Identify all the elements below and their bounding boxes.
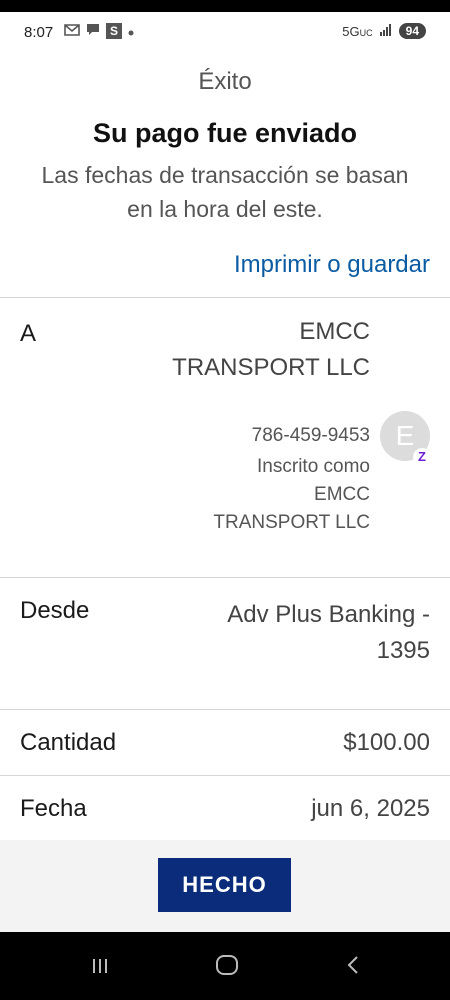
- from-label: Desde: [20, 597, 90, 624]
- divider: [0, 297, 450, 298]
- gmail-icon: [64, 23, 80, 39]
- recipient-name: EMCC TRANSPORT LLC: [172, 318, 370, 381]
- divider: [0, 775, 450, 776]
- chat-icon: [86, 23, 100, 39]
- divider: [0, 577, 450, 578]
- back-icon: [346, 951, 360, 981]
- page-title: Éxito: [198, 68, 252, 95]
- notification-icons: S: [64, 23, 134, 39]
- home-icon: [216, 955, 238, 975]
- s-app-icon: S: [106, 23, 122, 39]
- signal-icon: [379, 23, 393, 39]
- amount-value: $100.00: [343, 729, 430, 756]
- top-black-strip: [0, 0, 450, 12]
- done-button[interactable]: HECHO: [158, 858, 291, 912]
- success-title: Su pago fue enviado: [92, 118, 358, 148]
- battery-icon: 94: [398, 23, 426, 39]
- status-right: 5GUC 94: [342, 23, 426, 39]
- divider: [0, 709, 450, 710]
- to-label: A: [20, 320, 37, 347]
- success-subtitle: Las fechas de transacción se basan en la…: [41, 162, 409, 222]
- print-or-save-link[interactable]: Imprimir o guardar: [234, 251, 430, 279]
- network-indicator: 5GUC: [342, 24, 372, 39]
- recents-icon: [91, 951, 109, 981]
- back-button[interactable]: [328, 946, 378, 986]
- status-time: 8:07: [24, 24, 54, 41]
- status-bar: 8:07 S 5GUC 94: [0, 12, 450, 54]
- amount-label: Cantidad: [20, 729, 117, 756]
- confirmation-content: Su pago fue enviado Las fechas de transa…: [0, 114, 450, 840]
- dot-icon: [128, 23, 134, 39]
- home-button[interactable]: [202, 946, 252, 986]
- zelle-icon: Z: [413, 448, 431, 466]
- date-label: Fecha: [20, 795, 87, 822]
- system-nav-bar: [0, 932, 450, 1000]
- network-sub-label: UC: [359, 27, 373, 38]
- footer-bar: HECHO: [0, 840, 450, 932]
- date-value: jun 6, 2025: [311, 795, 430, 822]
- from-account: Adv Plus Banking - 1395: [227, 601, 430, 664]
- recipient-phone: 786-459-9453: [251, 425, 370, 446]
- network-label: 5G: [342, 23, 360, 39]
- recents-button[interactable]: [75, 946, 125, 986]
- recipient-enrolled-as: Inscrito como EMCC TRANSPORT LLC: [213, 456, 370, 533]
- app-header: Éxito: [0, 54, 450, 114]
